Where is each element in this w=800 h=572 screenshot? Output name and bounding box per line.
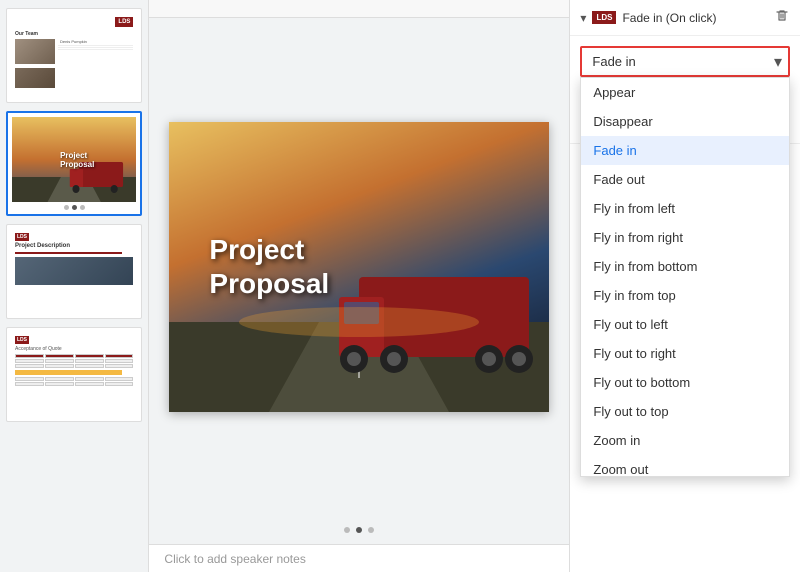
slide-thumb-4[interactable]: 4 LDS Acceptance of Quote [6, 327, 142, 422]
slide1-header: Our Team [15, 31, 133, 37]
option-disappear[interactable]: Disappear [581, 107, 789, 136]
animation-controls: Fade in ▾ Appear Disappear Fade in Fade … [570, 36, 800, 144]
slide4-title: Acceptance of Quote [15, 346, 133, 352]
slide-canvas-container[interactable]: Project Proposal [149, 18, 569, 516]
slide4-highlight [15, 370, 122, 375]
slide-title-line1: Project [209, 233, 329, 267]
option-fly-out-top[interactable]: Fly out to top [581, 397, 789, 426]
dot-1 [64, 205, 69, 210]
slide-title-line2: Proposal [209, 267, 329, 301]
slide-thumb-inner-4: LDS Acceptance of Quote [11, 332, 137, 417]
table-header-row [15, 354, 133, 358]
slide3-img [15, 257, 133, 285]
slide-thumb-inner-3: LDS Project Description [11, 229, 137, 314]
table-row-1 [15, 359, 133, 363]
delete-animation-button[interactable] [774, 8, 790, 27]
chevron-down-icon[interactable]: ▾ [580, 11, 586, 25]
slide-thumb-inner-1: LDS Our Team Denis Pumpkin [11, 13, 137, 98]
animation-type-dropdown-wrapper: Fade in ▾ Appear Disappear Fade in Fade … [580, 46, 790, 77]
slide-thumbnails-panel: 1 LDS Our Team Denis Pumpkin [0, 0, 149, 572]
table-row-4 [15, 382, 133, 386]
slide-thumb-2[interactable]: 2 [6, 111, 142, 216]
table-row-2 [15, 364, 133, 368]
option-fade-out[interactable]: Fade out [581, 165, 789, 194]
option-fly-in-top[interactable]: Fly in from top [581, 281, 789, 310]
option-zoom-out[interactable]: Zoom out [581, 455, 789, 477]
animation-dropdown-menu: Appear Disappear Fade in Fade out Fly in… [580, 77, 790, 477]
ruler-top [149, 0, 569, 18]
option-fade-in[interactable]: Fade in [581, 136, 789, 165]
option-fly-in-left[interactable]: Fly in from left [581, 194, 789, 223]
main-slide[interactable]: Project Proposal [169, 122, 549, 412]
slide1-text: Denis Pumpkin [60, 39, 133, 44]
animation-type-select[interactable]: Fade in [580, 46, 790, 77]
slide-thumb-1[interactable]: 1 LDS Our Team Denis Pumpkin [6, 8, 142, 103]
slide-page-indicator [149, 516, 569, 544]
animation-logo-badge: LDS [592, 11, 616, 24]
option-fly-in-right[interactable]: Fly in from right [581, 223, 789, 252]
slide-thumb-3[interactable]: 3 LDS Project Description [6, 224, 142, 319]
slide2-bg: ProjectProposal [12, 117, 136, 202]
page-dot-2 [356, 527, 362, 533]
option-fly-out-bottom[interactable]: Fly out to bottom [581, 368, 789, 397]
slide2-title: ProjectProposal [54, 151, 94, 169]
animation-panel: ▾ LDS Fade in (On click) Fade in ▾ Appea… [569, 0, 800, 572]
option-fly-out-right[interactable]: Fly out to right [581, 339, 789, 368]
main-editor-area: Project Proposal Click to add speaker no… [149, 0, 569, 572]
option-fly-in-bottom[interactable]: Fly in from bottom [581, 252, 789, 281]
slide1-logo: LDS [115, 17, 133, 27]
slide4-logo: LDS [15, 336, 29, 344]
speaker-notes-placeholder: Click to add speaker notes [164, 552, 305, 566]
slide3-bar [15, 252, 122, 254]
dot-3 [80, 205, 85, 210]
slide3-title: Project Description [15, 243, 133, 249]
animation-header: ▾ LDS Fade in (On click) [570, 0, 800, 36]
slide1-img1 [15, 39, 55, 64]
dot-2 [72, 205, 77, 210]
option-fly-out-left[interactable]: Fly out to left [581, 310, 789, 339]
table-row-3 [15, 377, 133, 381]
option-zoom-in[interactable]: Zoom in [581, 426, 789, 455]
animation-title: Fade in (On click) [622, 11, 768, 25]
speaker-notes-bar[interactable]: Click to add speaker notes [149, 544, 569, 572]
slide-background: Project Proposal [169, 122, 549, 412]
slide-thumb-inner-2: ProjectProposal [12, 117, 136, 202]
slide1-img2 [15, 68, 55, 88]
page-dot-3 [368, 527, 374, 533]
page-dot-1 [344, 527, 350, 533]
slide3-logo: LDS [15, 233, 29, 241]
option-appear[interactable]: Appear [581, 78, 789, 107]
